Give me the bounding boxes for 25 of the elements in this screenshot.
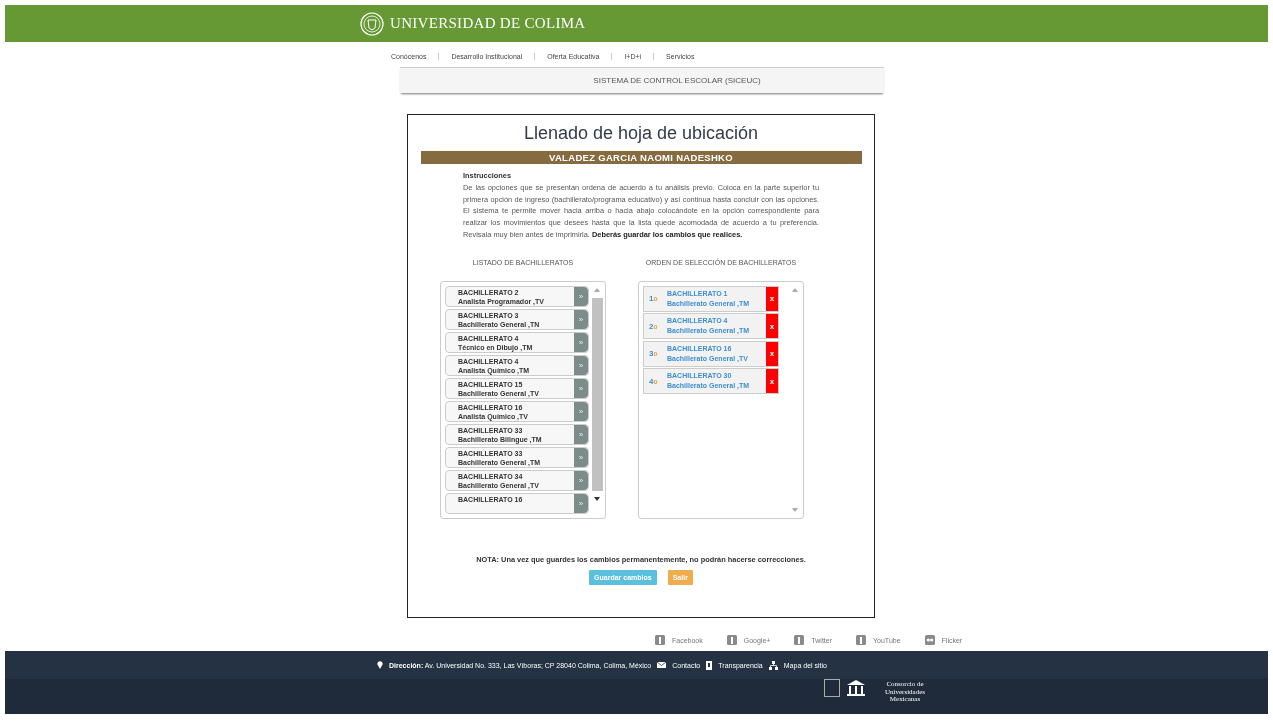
sitemap-icon xyxy=(768,660,778,670)
emblem-logo xyxy=(824,679,840,697)
move-button[interactable]: » xyxy=(574,286,588,307)
move-button[interactable]: » xyxy=(574,470,588,491)
mail-icon xyxy=(657,662,667,668)
location-pin-icon xyxy=(377,661,383,669)
move-button[interactable]: » xyxy=(574,447,588,468)
move-button[interactable]: » xyxy=(574,355,588,376)
remove-button[interactable]: x xyxy=(766,286,778,311)
remove-button[interactable]: x xyxy=(766,341,778,366)
move-button[interactable]: » xyxy=(574,332,588,353)
move-button[interactable]: » xyxy=(574,493,588,514)
remove-button[interactable]: x xyxy=(766,314,778,339)
document-icon xyxy=(706,660,713,670)
page-title: Llenado de hoja de ubicación xyxy=(523,123,759,144)
system-title-bar: SISTEMA DE CONTROL ESCOLAR (SICEUC) xyxy=(400,67,884,93)
move-button[interactable]: » xyxy=(574,424,588,445)
move-button[interactable]: » xyxy=(574,309,588,330)
student-name-bar: VALADEZ GARCIA NAOMI NADESHKO xyxy=(420,151,862,164)
university-seal-icon xyxy=(360,11,384,36)
temple-logo-icon xyxy=(846,679,866,697)
move-button[interactable]: » xyxy=(574,378,588,399)
remove-button[interactable]: x xyxy=(766,369,778,394)
move-button[interactable]: » xyxy=(574,401,588,422)
university-logo-text[interactable]: UNIVERSIDAD DE COLIMA xyxy=(390,15,586,32)
